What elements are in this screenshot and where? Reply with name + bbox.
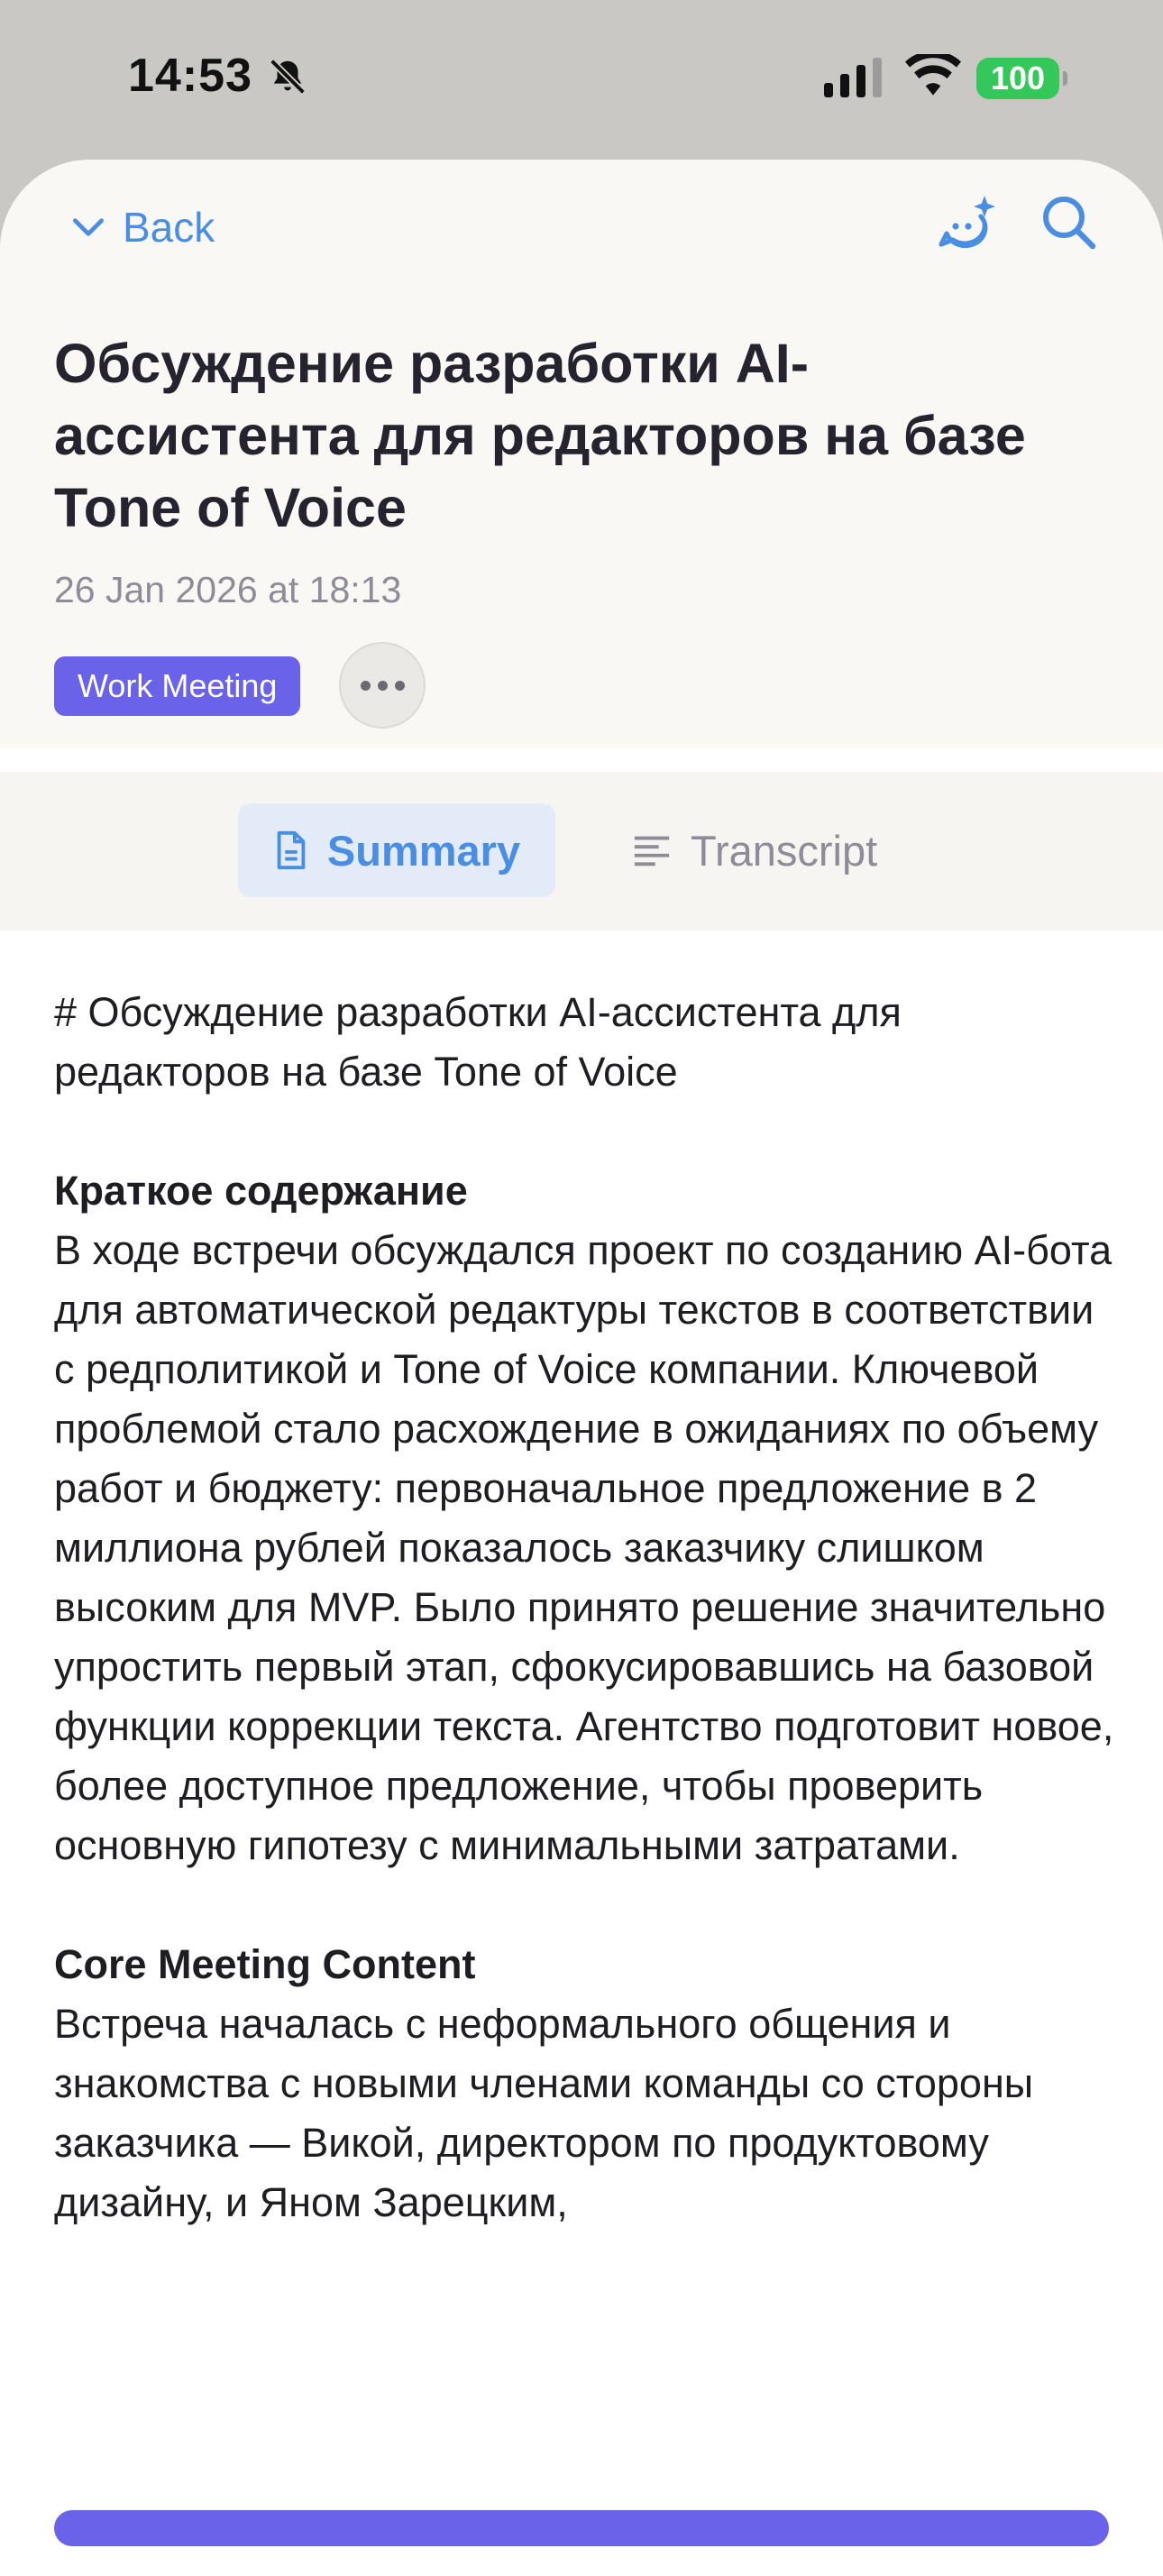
- cellular-signal-icon: [824, 58, 882, 97]
- ellipsis-icon: [360, 680, 371, 691]
- meeting-sheet: Back Обсуждение разработки AI-ассистента…: [0, 160, 1163, 2576]
- battery-indicator: 100: [976, 58, 1067, 99]
- status-bar: 14:53 100: [0, 0, 1163, 158]
- more-options-button[interactable]: [339, 642, 426, 729]
- core-section-heading: Core Meeting Content: [54, 1941, 476, 1987]
- back-button[interactable]: Back: [69, 196, 215, 259]
- bell-slash-icon: [270, 59, 306, 95]
- summary-paragraph: В ходе встречи обсуждался проект по созд…: [54, 1227, 1114, 1868]
- meeting-date: 26 Jan 2026 at 18:13: [54, 569, 402, 610]
- category-tag[interactable]: Work Meeting: [54, 656, 301, 716]
- status-time: 14:53: [128, 50, 252, 102]
- text-lines-icon: [634, 836, 670, 866]
- core-paragraph: Встреча началась с неформального общения…: [54, 2001, 1034, 2225]
- search-icon[interactable]: [1040, 194, 1098, 252]
- bottom-action-bar[interactable]: [54, 2510, 1109, 2546]
- summary-section-heading: Краткое содержание: [54, 1168, 468, 1214]
- tab-bar: [0, 772, 1163, 930]
- tab-summary[interactable]: Summary: [238, 803, 555, 897]
- summary-h1: # Обсуждение разработки AI-ассистента дл…: [54, 989, 902, 1095]
- tab-transcript-label: Transcript: [691, 826, 878, 875]
- back-label: Back: [123, 204, 215, 251]
- tab-transcript[interactable]: Transcript: [631, 803, 877, 897]
- document-icon: [277, 830, 306, 870]
- chevron-down-icon: [72, 218, 105, 236]
- summary-content: # Обсуждение разработки AI-ассистента дл…: [54, 983, 1118, 2232]
- ai-chat-sparkle-icon[interactable]: [934, 192, 999, 257]
- meeting-title: Обсуждение разработки AI-ассистента для …: [54, 333, 1026, 538]
- wifi-icon: [905, 54, 961, 96]
- tab-summary-label: Summary: [326, 826, 521, 875]
